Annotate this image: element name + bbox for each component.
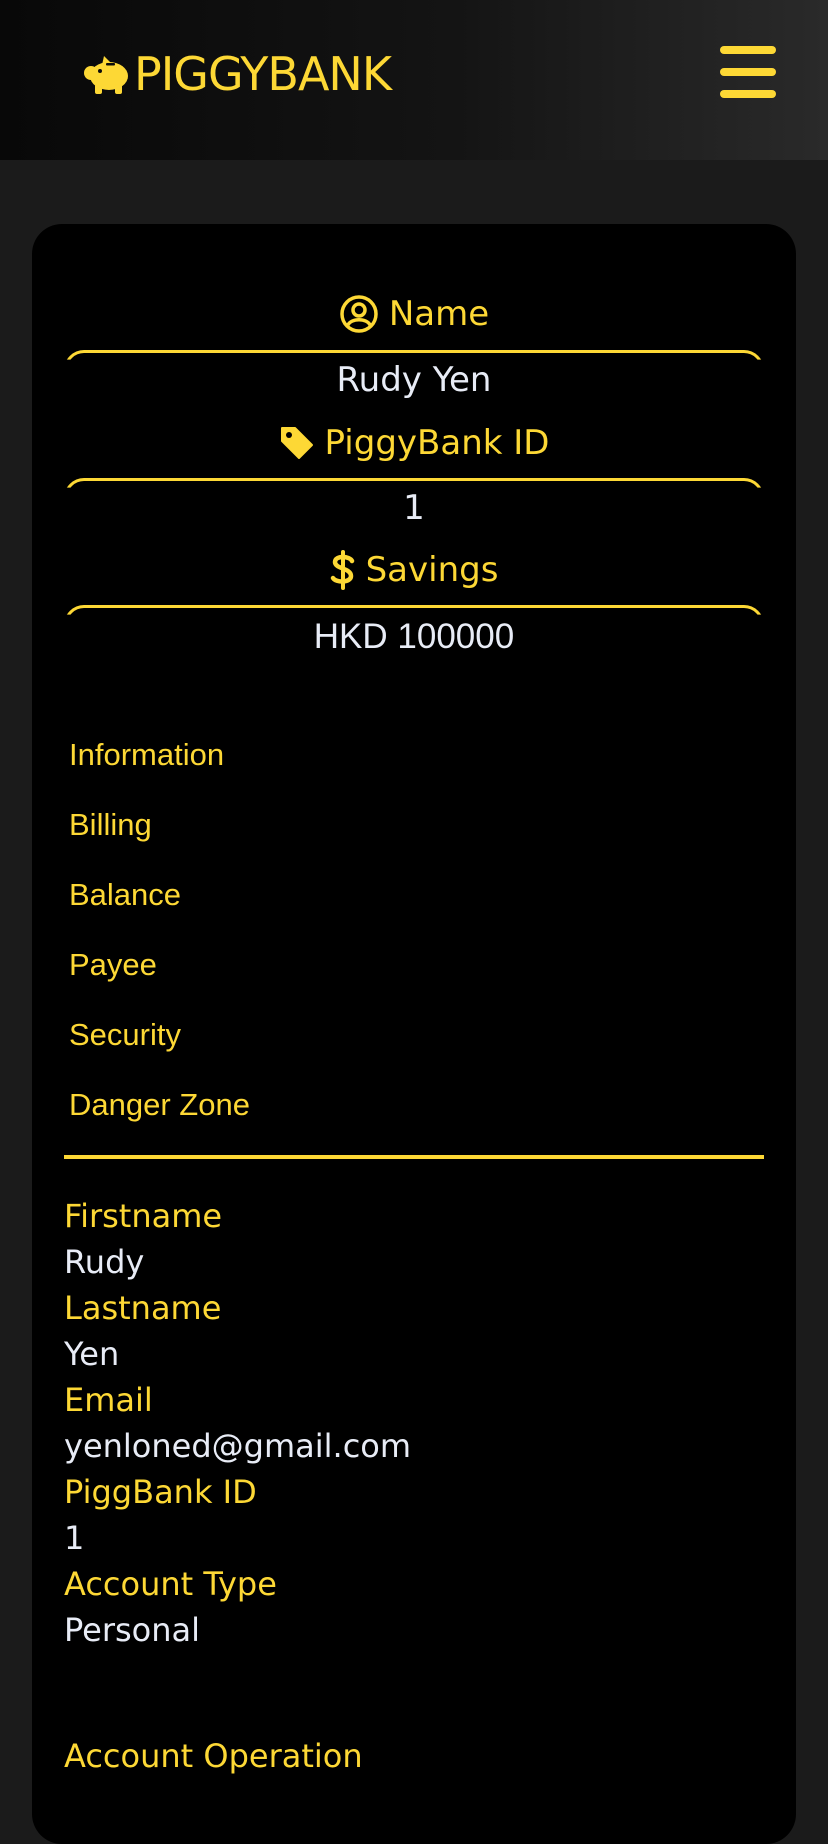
nav-item-information[interactable]: Information (69, 737, 224, 773)
account-operation-heading: Account Operation (64, 1737, 363, 1775)
dollar-icon (330, 550, 356, 590)
nav-item-balance[interactable]: Balance (69, 877, 181, 913)
nav-item-security[interactable]: Security (69, 1017, 181, 1053)
piggy-icon (82, 52, 132, 96)
email-label: Email (64, 1381, 153, 1419)
piggybank-id-label: PiggyBank ID (324, 423, 550, 463)
section-divider (64, 1155, 764, 1159)
nav-item-payee[interactable]: Payee (69, 947, 157, 983)
nav-item-billing[interactable]: Billing (69, 807, 152, 843)
hamburger-menu-icon[interactable] (720, 46, 776, 98)
savings-label: Savings (365, 550, 499, 590)
nav-item-danger-zone[interactable]: Danger Zone (69, 1087, 250, 1123)
firstname-value: Rudy (64, 1243, 145, 1281)
brand-name: PIGGYBANK (134, 47, 392, 101)
savings-value: HKD 100000 (313, 617, 515, 656)
piggybank-id-heading: PiggyBank ID (64, 423, 764, 463)
savings-heading: Savings (64, 550, 764, 590)
user-circle-icon (339, 294, 379, 334)
firstname-label: Firstname (64, 1197, 223, 1235)
piggybank-id-value: 1 (403, 488, 425, 528)
name-value: Rudy Yen (336, 360, 492, 400)
account-type-label: Account Type (64, 1565, 277, 1603)
name-label: Name (388, 294, 490, 334)
lastname-label: Lastname (64, 1289, 222, 1327)
top-navbar: PIGGYBANK (0, 0, 828, 160)
account-type-value: Personal (64, 1611, 201, 1649)
email-value: yenloned@gmail.com (64, 1427, 412, 1465)
piggbank-id-value: 1 (64, 1519, 85, 1557)
brand-logo[interactable]: PIGGYBANK (82, 46, 392, 102)
tag-icon (279, 425, 315, 461)
name-heading: Name (64, 294, 764, 334)
lastname-value: Yen (64, 1335, 120, 1373)
piggbank-id-label: PiggBank ID (64, 1473, 257, 1511)
